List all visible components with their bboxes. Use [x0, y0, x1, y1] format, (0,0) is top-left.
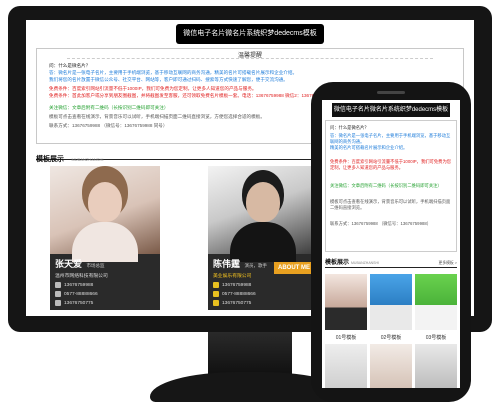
phone-tile-label-1: 01号模板 — [335, 335, 357, 341]
wechat-icon — [55, 300, 61, 306]
card-name-row: 陈伟霆 演员，歌手 — [213, 257, 313, 270]
notice-answer-1: 答：微名片是一张电子名片，主要用于手机端浏览，基于移动互联网的商务沟通，精美的名… — [49, 70, 298, 75]
phone-page-title: 微信电子名片微名片系统织梦dedecms模板 — [332, 103, 450, 117]
phone-icon — [55, 282, 61, 288]
card-name-row: 张天爱 市场总监 — [55, 257, 155, 270]
card-wechat: 13676750775 — [222, 300, 252, 306]
notice-heading: 温馨提醒 — [37, 50, 463, 59]
monitor-neck — [208, 332, 292, 374]
card-photo — [50, 166, 160, 262]
phone-screen: 微信电子名片微名片系统织梦dedecms模板 问：什么是微名片？ 答：微名片是一… — [322, 100, 460, 388]
desktop-page-title: 微信电子名片微名片系统织梦dedecms模板 — [176, 24, 324, 44]
phone-frame: 微信电子名片微名片系统织梦dedecms模板 问：什么是微名片？ 答：微名片是一… — [311, 82, 471, 402]
phone-section-header: 模板展示 MUBANZHANSHI 更多模板 > — [325, 257, 457, 268]
phone-template-tile-3[interactable] — [415, 274, 457, 330]
phone-tile-label-3: 03号模板 — [425, 335, 447, 341]
phone-section-subtitle: MUBANZHANSHI — [351, 261, 380, 265]
phone-template-tile-2[interactable] — [370, 274, 412, 330]
notice-question: 问：什么是微名片？ — [49, 63, 91, 68]
card-tel-row: 0577-88888666 — [55, 291, 155, 297]
card-tel: 0577-88888666 — [222, 291, 256, 297]
card-phone-row: 13676759988 — [213, 282, 313, 288]
card-name: 张天爱 — [55, 259, 83, 269]
phone-speaker — [377, 91, 405, 94]
card-wechat-row: 13676750775 — [213, 300, 313, 306]
phone-notice-free: 免费条件：百度索引网站引流量不低于1000IP，我们可免费为您定制，让更多人知道… — [330, 159, 452, 170]
more-templates-link[interactable]: 更多模板 > — [439, 261, 457, 266]
phone-notice-answer-2: 精美的名片可搭载名片展示和企业介绍。 — [330, 145, 408, 150]
card-phone: 13676759988 — [222, 282, 252, 288]
card-photo — [208, 166, 318, 262]
card-role: 演员，歌手 — [244, 263, 268, 268]
phone-tile-label-2: 02号模板 — [380, 335, 402, 341]
phone-notice-box: 问：什么是微名片？ 答：微名片是一张电子名片，主要用于手机端浏览，基于移动互联网… — [325, 120, 457, 252]
card-tel-row: 0577-88888666 — [213, 291, 313, 297]
telephone-icon — [55, 291, 61, 297]
phone-template-tile-6[interactable] — [415, 344, 457, 388]
phone-notice-contact: 联系方式：13676759988 （微信号：13676759988） — [330, 221, 432, 226]
card-wechat-row: 13676750775 — [55, 300, 155, 306]
card-phone: 13676759988 — [64, 282, 94, 288]
template-card-2[interactable]: ABOUT ME 陈伟霆 演员，歌手 美业娱乐有限公司 13676759988 … — [208, 166, 318, 310]
wechat-icon — [213, 300, 219, 306]
phone-template-tile-4[interactable] — [325, 344, 367, 388]
phone-notice-demo: 模板可点击查看在线演示，背景音乐可以试听，手机端扫描页面二维码直接浏览。 — [330, 199, 451, 210]
card-company: 美业娱乐有限公司 — [213, 274, 252, 279]
card-role: 市场总监 — [86, 263, 105, 268]
section-subtitle: MUBANZHANSHI — [71, 157, 104, 162]
telephone-icon — [213, 291, 219, 297]
section-title: 模板展示 — [36, 156, 64, 163]
card-company: 温州市网络科技有限公司 — [55, 274, 108, 279]
phone-notice-answer-1: 答：微名片是一张电子名片，主要用于手机端浏览，基于移动互联网的商务沟通。 — [330, 133, 451, 144]
card-tel: 0577-88888666 — [64, 291, 98, 297]
phone-template-tile-5[interactable] — [370, 344, 412, 388]
template-card-1[interactable]: 张天爱 市场总监 温州市网络科技有限公司 13676759988 0577-88… — [50, 166, 160, 310]
card-phone-row: 13676759988 — [55, 282, 155, 288]
card-name: 陈伟霆 — [213, 259, 241, 269]
phone-section-title: 模板展示 — [325, 260, 350, 266]
phone-icon — [213, 282, 219, 288]
phone-template-tile-1[interactable] — [325, 274, 367, 330]
phone-notice-follow: 关注微信：文章后附有二维码（长按识别二维码即可关注） — [330, 183, 442, 188]
phone-notice-question: 问：什么是微名片？ — [330, 125, 369, 130]
card-wechat: 13676750775 — [64, 300, 94, 306]
